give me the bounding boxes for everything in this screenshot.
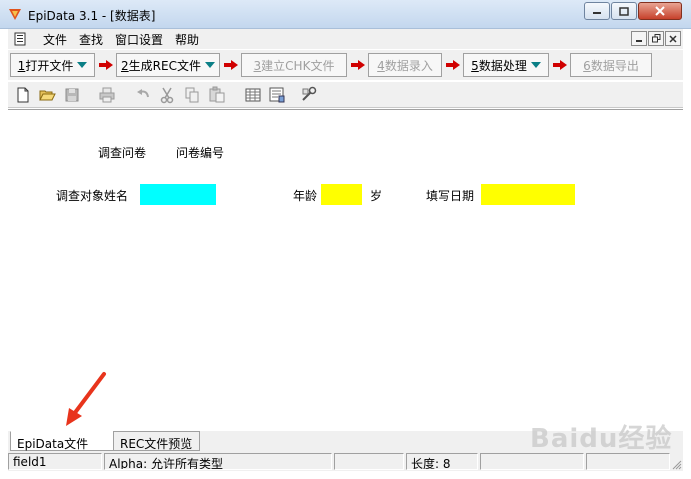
open-file-button[interactable]: 1打开文件 — [10, 53, 95, 77]
tab-qes-file[interactable]: EpiData文件 1.qes — [10, 431, 114, 466]
close-icon — [655, 6, 665, 16]
age-label: 年龄 — [293, 189, 318, 203]
age-unit-label: 岁 — [370, 189, 383, 203]
data-export-button[interactable]: 6数据导出 — [570, 53, 652, 77]
menu-help[interactable]: 帮助 — [170, 31, 204, 48]
print-icon[interactable] — [98, 86, 116, 104]
copy-icon[interactable] — [183, 86, 201, 104]
respondent-name-field[interactable] — [140, 184, 216, 205]
mdi-minimize-button[interactable] — [631, 31, 647, 46]
minimize-button[interactable] — [584, 2, 610, 20]
arrow-right-icon — [553, 60, 567, 70]
minimize-icon — [593, 12, 601, 14]
data-processing-button[interactable]: 5数据处理 — [463, 53, 549, 77]
new-file-icon[interactable] — [14, 86, 32, 104]
respondent-name-label: 调查对象姓名 — [56, 189, 129, 203]
close-button[interactable] — [638, 2, 682, 20]
open-folder-icon[interactable] — [38, 86, 56, 104]
menu-file[interactable]: 文件 — [38, 31, 72, 48]
paste-icon[interactable] — [208, 86, 226, 104]
mdi-restore-button[interactable] — [648, 31, 664, 46]
survey-number-label: 问卷编号 — [176, 146, 225, 160]
document-menu-icon[interactable] — [13, 32, 27, 46]
arrow-right-icon — [446, 60, 460, 70]
build-chk-button[interactable]: 3建立CHK文件 — [241, 53, 347, 77]
title-bar: EpiData 3.1 - [数据表] — [0, 0, 691, 29]
status-field-type: Alpha: 允许所有类型 — [104, 453, 332, 470]
menu-window[interactable]: 窗口设置 — [110, 31, 168, 48]
baidu-watermark: Baidu经验 — [530, 424, 673, 454]
save-icon[interactable] — [63, 86, 81, 104]
epidata-logo-icon — [9, 9, 21, 20]
status-field-name: field1 — [8, 453, 102, 470]
survey-label: 调查问卷 — [98, 146, 147, 160]
menu-bar: 文件 查找 窗口设置 帮助 — [8, 29, 683, 49]
fill-date-label: 填写日期 — [426, 189, 475, 203]
status-empty-panel-3 — [586, 453, 670, 470]
undo-icon[interactable] — [135, 86, 153, 104]
generate-rec-button[interactable]: 2生成REC文件 — [116, 53, 220, 77]
dropdown-arrow-icon — [204, 62, 215, 68]
tab-rec-preview[interactable]: REC文件预览 — [113, 431, 200, 451]
annotation-arrow-icon — [66, 372, 106, 426]
status-empty-panel-2 — [480, 453, 584, 470]
cut-icon[interactable] — [158, 86, 176, 104]
restore-icon — [619, 6, 629, 16]
arrow-right-icon — [224, 60, 238, 70]
table-icon[interactable] — [244, 86, 262, 104]
arrow-right-icon — [351, 60, 365, 70]
mdi-close-button[interactable] — [665, 31, 681, 46]
minimize-icon — [636, 39, 642, 42]
resize-grip-icon[interactable] — [670, 458, 682, 470]
form-preview-icon[interactable] — [268, 86, 286, 104]
status-empty-panel — [334, 453, 404, 470]
menu-find[interactable]: 查找 — [74, 31, 108, 48]
mdi-window-controls — [631, 31, 681, 46]
workflow-toolbar: 1打开文件 2生成REC文件 3建立CHK文件 4数据录入 5数据处理 6数据导… — [8, 50, 683, 80]
close-icon — [669, 34, 677, 43]
age-field[interactable] — [321, 184, 362, 205]
fill-date-field[interactable] — [481, 184, 575, 205]
window-title: EpiData 3.1 - [数据表] — [28, 9, 156, 23]
dropdown-arrow-icon — [530, 62, 541, 68]
data-entry-button[interactable]: 4数据录入 — [368, 53, 442, 77]
dropdown-arrow-icon — [77, 62, 88, 68]
status-length: 长度: 8 — [406, 453, 478, 470]
settings-tool-icon[interactable] — [300, 86, 318, 104]
restore-icon — [651, 34, 660, 43]
maximize-button[interactable] — [611, 2, 637, 20]
arrow-right-icon — [99, 60, 113, 70]
standard-toolbar — [8, 82, 683, 108]
